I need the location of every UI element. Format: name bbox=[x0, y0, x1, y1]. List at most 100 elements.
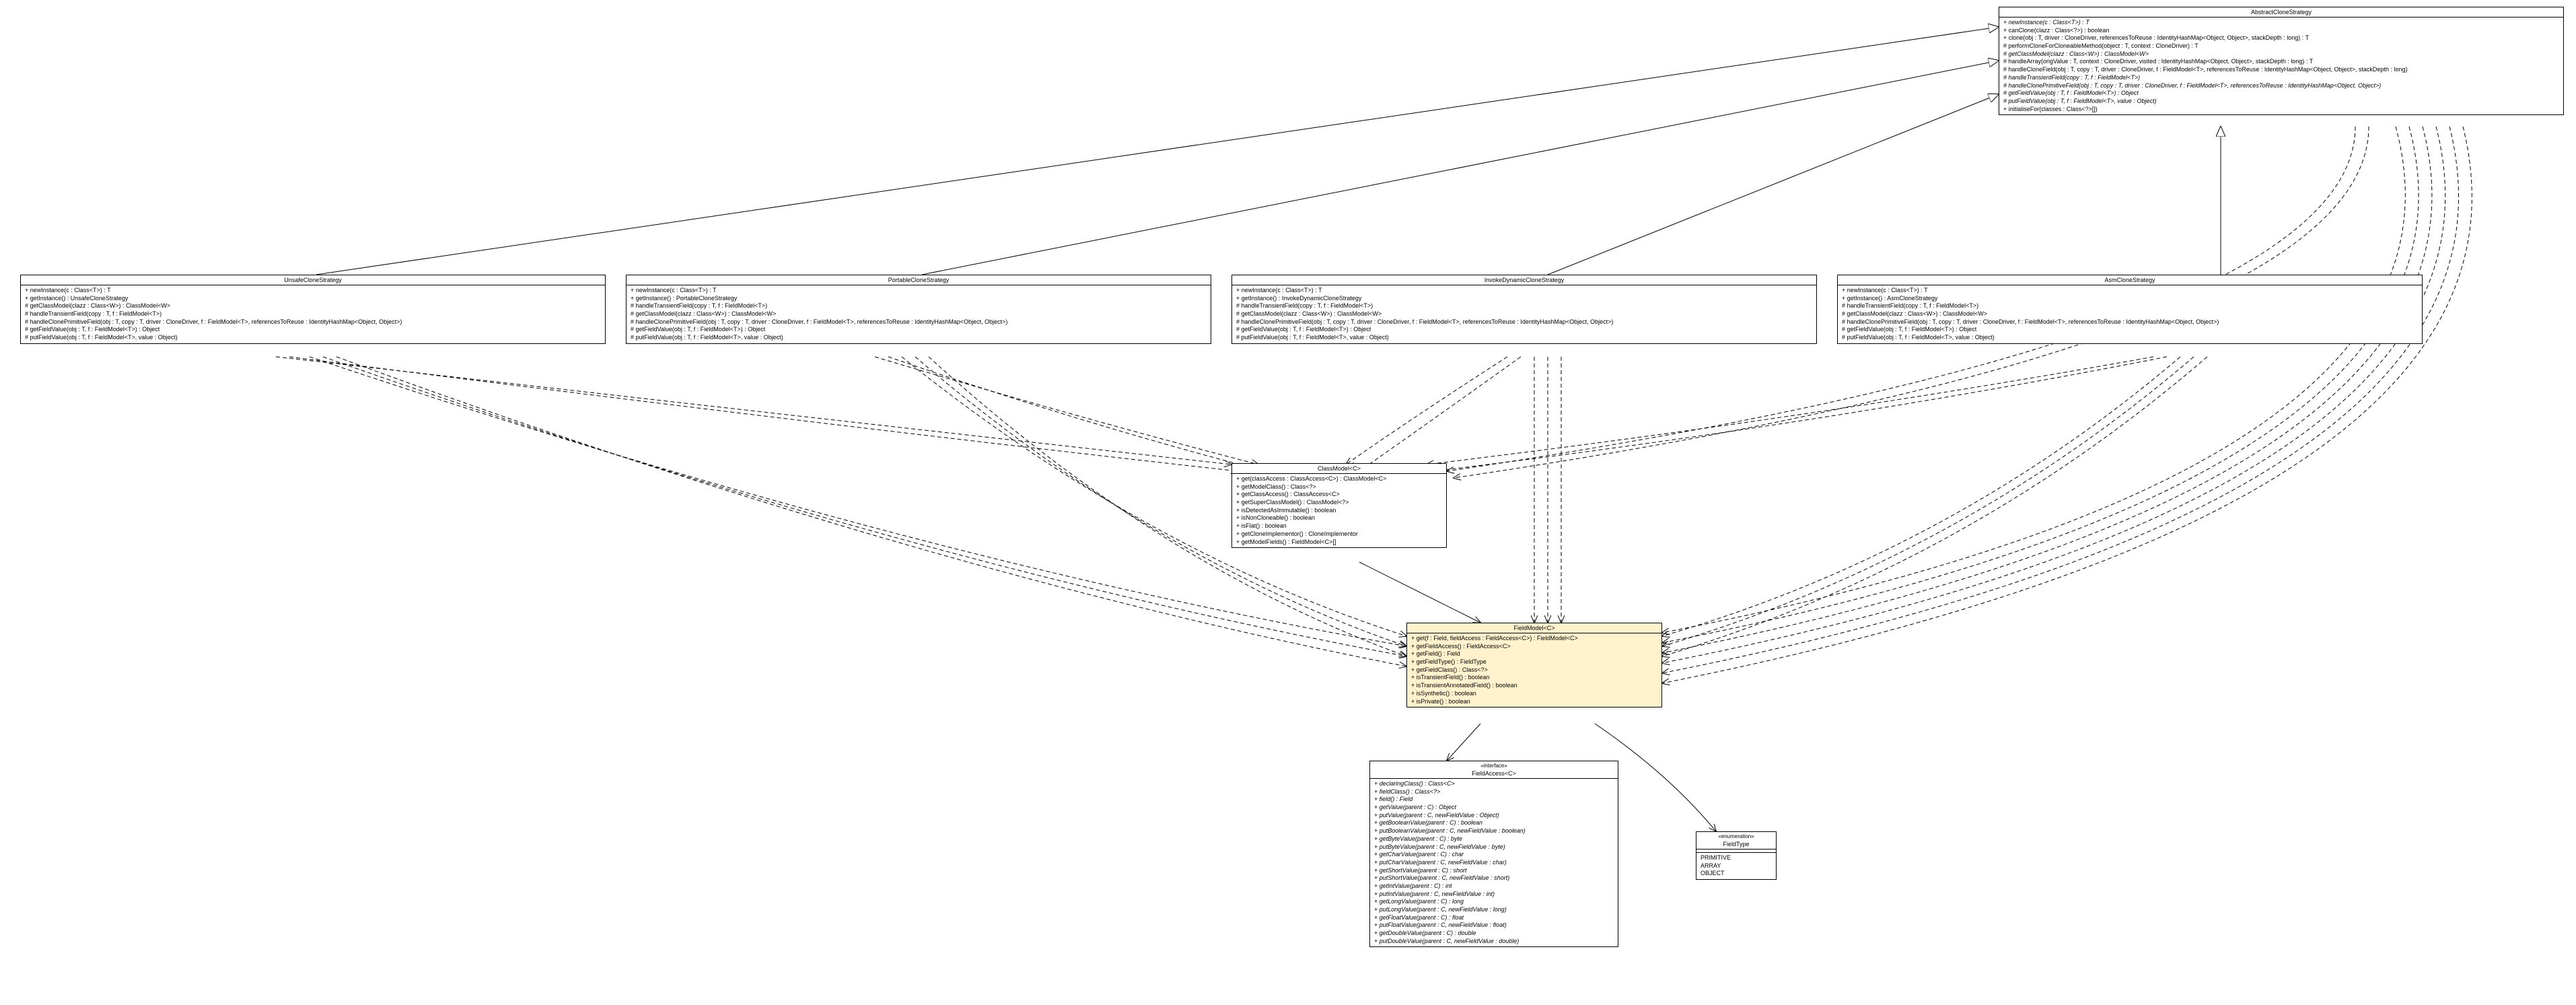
member-row: + getFieldClass() : Class<?> bbox=[1411, 666, 1657, 674]
member-row: # getFieldValue(obj : T, f : FieldModel<… bbox=[2003, 90, 2559, 98]
member-row: + getFieldAccess() : FieldAccess<C> bbox=[1411, 643, 1657, 651]
member-row: + getIntValue(parent : C) : int bbox=[1374, 882, 1614, 891]
member-row: + putBooleanValue(parent : C, newFieldVa… bbox=[1374, 827, 1614, 835]
member-row: # handleTransientField(copy : T, f : Fie… bbox=[25, 310, 601, 318]
member-row: + getDoubleValue(parent : C) : double bbox=[1374, 930, 1614, 938]
class-asm-clone-strategy: AsmCloneStrategy + newInstance(c : Class… bbox=[1837, 275, 2423, 344]
member-row: + fieldClass() : Class<?> bbox=[1374, 788, 1614, 796]
member-row: + newInstance(c : Class<T>) : T bbox=[2003, 19, 2559, 27]
member-row: + newInstance(c : Class<T>) : T bbox=[1842, 287, 2418, 295]
member-row: + getBooleanValue(parent : C) : boolean bbox=[1374, 819, 1614, 827]
class-title: FieldAccess<C> bbox=[1472, 770, 1516, 777]
class-unsafe-clone-strategy: UnsafeCloneStrategy + newInstance(c : Cl… bbox=[20, 275, 606, 344]
member-row: + getInstance() : AsmCloneStrategy bbox=[1842, 295, 2418, 303]
member-row: + initialiseFor(classes : Class<?>[]) bbox=[2003, 106, 2559, 114]
member-row: + getShortValue(parent : C) : short bbox=[1374, 867, 1614, 875]
enum-field-type: «enumeration» FieldType PRIMITIVEARRAYOB… bbox=[1696, 831, 1777, 880]
member-row: # putFieldValue(obj : T, f : FieldModel<… bbox=[25, 334, 601, 342]
member-row: + getInstance() : InvokeDynamicCloneStra… bbox=[1236, 295, 1812, 303]
member-row: + putValue(parent : C, newFieldValue : O… bbox=[1374, 812, 1614, 820]
member-row: # putFieldValue(obj : T, f : FieldModel<… bbox=[631, 334, 1207, 342]
member-row: # getFieldValue(obj : T, f : FieldModel<… bbox=[1236, 326, 1812, 334]
member-row: + getSuperClassModel() : ClassModel<?> bbox=[1236, 499, 1442, 507]
member-row: # getFieldValue(obj : T, f : FieldModel<… bbox=[1842, 326, 2418, 334]
member-row: + isDetectedAsImmutable() : boolean bbox=[1236, 507, 1442, 515]
member-row: + getInstance() : PortableCloneStrategy bbox=[631, 295, 1207, 303]
member-row: + getFloatValue(parent : C) : float bbox=[1374, 914, 1614, 922]
class-title: AbstractCloneStrategy bbox=[2251, 9, 2312, 15]
member-row: # handleTransientField(copy : T, f : Fie… bbox=[1236, 302, 1812, 310]
member-row: # getFieldValue(obj : T, f : FieldModel<… bbox=[631, 326, 1207, 334]
member-row: + getByteValue(parent : C) : byte bbox=[1374, 835, 1614, 843]
member-row: + getModelClass() : Class<?> bbox=[1236, 483, 1442, 491]
member-row: # handleClonePrimitiveField(obj : T, cop… bbox=[25, 318, 601, 326]
member-row: # getClassModel(clazz : Class<W>) : Clas… bbox=[1842, 310, 2418, 318]
class-title: FieldModel<C> bbox=[1513, 625, 1554, 631]
member-row: + getCloneImplementor() : CloneImplement… bbox=[1236, 530, 1442, 539]
class-abstract-clone-strategy: AbstractCloneStrategy + newInstance(c : … bbox=[1999, 7, 2564, 115]
member-row: # getFieldValue(obj : T, f : FieldModel<… bbox=[25, 326, 601, 334]
member-row: # handleTransientField(copy : T, f : Fie… bbox=[1842, 302, 2418, 310]
stereotype: «enumeration» bbox=[1696, 832, 1776, 839]
class-title: PortableCloneStrategy bbox=[888, 277, 950, 283]
member-row: + newInstance(c : Class<T>) : T bbox=[25, 287, 601, 295]
member-row: + getCharValue(parent : C) : char bbox=[1374, 851, 1614, 859]
member-row: # getClassModel(clazz : Class<W>) : Clas… bbox=[1236, 310, 1812, 318]
member-row: # putFieldValue(obj : T, f : FieldModel<… bbox=[1236, 334, 1812, 342]
stereotype: «interface» bbox=[1370, 761, 1618, 769]
member-row: + declaringClass() : Class<C> bbox=[1374, 780, 1614, 788]
class-title: ClassModel<C> bbox=[1318, 465, 1361, 472]
enum-value: PRIMITIVE bbox=[1701, 854, 1772, 862]
member-row: # handleClonePrimitiveField(obj : T, cop… bbox=[1842, 318, 2418, 326]
member-row: + field() : Field bbox=[1374, 796, 1614, 804]
member-row: + putLongValue(parent : C, newFieldValue… bbox=[1374, 906, 1614, 914]
member-row: + putIntValue(parent : C, newFieldValue … bbox=[1374, 891, 1614, 899]
member-row: + isPrivate() : boolean bbox=[1411, 698, 1657, 706]
class-invoke-dynamic-clone-strategy: InvokeDynamicCloneStrategy + newInstance… bbox=[1231, 275, 1817, 344]
class-title: FieldType bbox=[1723, 841, 1749, 847]
interface-field-access: «interface» FieldAccess<C> + declaringCl… bbox=[1369, 761, 1618, 947]
member-row: + get(classAccess : ClassAccess<C>) : Cl… bbox=[1236, 475, 1442, 483]
member-row: + getClassAccess() : ClassAccess<C> bbox=[1236, 491, 1442, 499]
member-row: # handleCloneField(obj : T, copy : T, dr… bbox=[2003, 66, 2559, 74]
member-row: + getLongValue(parent : C) : long bbox=[1374, 898, 1614, 906]
class-field-model: FieldModel<C> + get(f : Field, fieldAcce… bbox=[1406, 623, 1662, 707]
enum-value: OBJECT bbox=[1701, 870, 1772, 878]
member-row: + putShortValue(parent : C, newFieldValu… bbox=[1374, 874, 1614, 882]
member-row: + isSynthetic() : boolean bbox=[1411, 690, 1657, 698]
member-row: + newInstance(c : Class<T>) : T bbox=[1236, 287, 1812, 295]
member-row: + clone(obj : T, driver : CloneDriver, r… bbox=[2003, 34, 2559, 42]
enum-value: ARRAY bbox=[1701, 862, 1772, 870]
member-row: + getField() : Field bbox=[1411, 650, 1657, 658]
member-row: + isFlat() : boolean bbox=[1236, 522, 1442, 530]
member-row: + putDoubleValue(parent : C, newFieldVal… bbox=[1374, 938, 1614, 946]
member-row: # handleTransientField(copy : T, f : Fie… bbox=[631, 302, 1207, 310]
member-row: # putFieldValue(obj : T, f : FieldModel<… bbox=[2003, 98, 2559, 106]
member-row: + putFloatValue(parent : C, newFieldValu… bbox=[1374, 922, 1614, 930]
member-row: + getModelFields() : FieldModel<C>[] bbox=[1236, 539, 1442, 547]
member-row: # handleClonePrimitiveField(obj : T, cop… bbox=[1236, 318, 1812, 326]
member-row: + putByteValue(parent : C, newFieldValue… bbox=[1374, 843, 1614, 852]
member-row: # getClassModel(clazz : Class<W>) : Clas… bbox=[631, 310, 1207, 318]
member-row: + isTransientAnnotatedField() : boolean bbox=[1411, 682, 1657, 690]
member-row: + canClone(clazz : Class<?>) : boolean bbox=[2003, 27, 2559, 35]
member-row: # getClassModel(clazz : Class<W>) : Clas… bbox=[2003, 50, 2559, 59]
class-title: UnsafeCloneStrategy bbox=[284, 277, 342, 283]
class-title: AsmCloneStrategy bbox=[2104, 277, 2155, 283]
member-row: # handleClonePrimitiveField(obj : T, cop… bbox=[631, 318, 1207, 326]
member-row: + getInstance() : UnsafeCloneStrategy bbox=[25, 295, 601, 303]
member-row: # handleTransientField(copy : T, f : Fie… bbox=[2003, 74, 2559, 82]
member-row: + get(f : Field, fieldAccess : FieldAcce… bbox=[1411, 635, 1657, 643]
member-row: # putFieldValue(obj : T, f : FieldModel<… bbox=[1842, 334, 2418, 342]
member-row: # performCloneForCloneableMethod(object … bbox=[2003, 42, 2559, 50]
member-row: + getValue(parent : C) : Object bbox=[1374, 804, 1614, 812]
class-class-model: ClassModel<C> + get(classAccess : ClassA… bbox=[1231, 463, 1447, 548]
member-row: # handleClonePrimitiveField(obj : T, cop… bbox=[2003, 82, 2559, 90]
member-row: + getFieldType() : FieldType bbox=[1411, 658, 1657, 666]
class-portable-clone-strategy: PortableCloneStrategy + newInstance(c : … bbox=[626, 275, 1211, 344]
member-row: + isNonCloneable() : boolean bbox=[1236, 514, 1442, 522]
member-row: # getClassModel(clazz : Class<W>) : Clas… bbox=[25, 302, 601, 310]
member-row: # handleArray(origValue : T, context : C… bbox=[2003, 58, 2559, 66]
member-row: + isTransientField() : boolean bbox=[1411, 674, 1657, 682]
member-row: + putCharValue(parent : C, newFieldValue… bbox=[1374, 859, 1614, 867]
